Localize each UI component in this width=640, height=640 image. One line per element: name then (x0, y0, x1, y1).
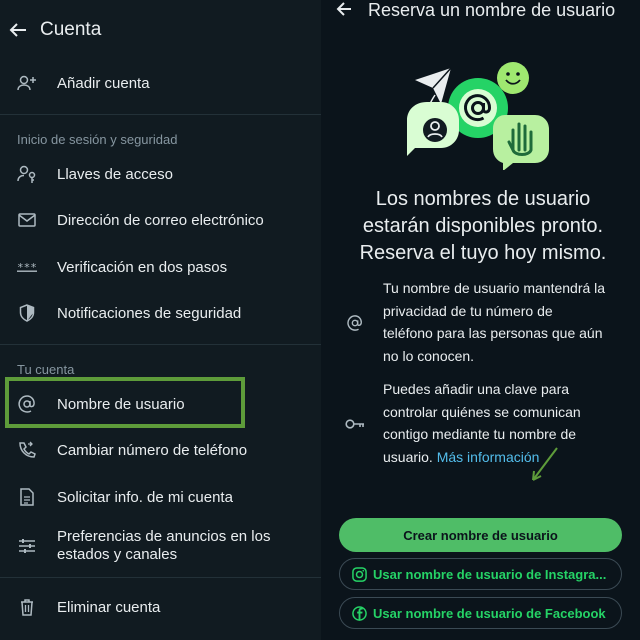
info2-line: contigo mediante tu nombre de (383, 426, 577, 442)
add-person-icon (17, 73, 37, 93)
page-title: Reserva un nombre de usuario (368, 0, 616, 20)
email-item[interactable]: Dirección de correo electrónico (0, 198, 321, 242)
username-illustration (407, 62, 549, 170)
pin-info-text: Puedes añadir una clave para controlar q… (383, 378, 639, 468)
sliders-icon (17, 536, 37, 556)
trash-icon (17, 597, 37, 617)
ads-preferences-item[interactable]: Preferencias de anuncios en los estados … (0, 524, 321, 568)
add-account-item[interactable]: Añadir cuenta (0, 61, 321, 105)
ads-preferences-line2: estados y canales (57, 546, 178, 563)
change-number-label: Cambiar número de teléfono (57, 441, 248, 459)
change-number-item[interactable]: Cambiar número de teléfono (0, 428, 321, 472)
request-info-item[interactable]: Solicitar info. de mi cuenta (0, 475, 321, 519)
facebook-icon (351, 605, 367, 621)
add-account-label: Añadir cuenta (57, 74, 150, 92)
shield-icon (17, 303, 37, 323)
divider (0, 114, 321, 115)
info1-line: no lo conocen. (383, 347, 475, 364)
page-title: Cuenta (40, 19, 102, 40)
envelope-icon (17, 210, 37, 230)
facebook-button-label: Usar nombre de usuario de Facebook (373, 605, 606, 621)
info2-last-word: usuario. (383, 448, 433, 465)
two-step-label: Verificación en dos pasos (57, 258, 228, 276)
section-header-account: Tu cuenta (17, 362, 75, 377)
back-arrow-icon[interactable] (8, 18, 28, 42)
reserve-username-panel: Reserva un nombre de usuario Los nombres… (327, 0, 640, 640)
phone-transfer-icon (17, 440, 37, 460)
security-notifications-item[interactable]: Notificaciones de seguridad (0, 291, 321, 335)
passkeys-item[interactable]: Llaves de acceso (0, 152, 321, 196)
create-username-button[interactable]: Crear nombre de usuario (339, 518, 622, 552)
section-header-login: Inicio de sesión y seguridad (17, 132, 178, 147)
more-info-link[interactable]: Más información (437, 449, 540, 465)
info2-line: controlar quiénes se comunican (383, 403, 581, 420)
heading-line2: estarán disponibles pronto. (362, 215, 604, 237)
at-sign-icon (345, 313, 365, 333)
delete-account-label: Eliminar cuenta (57, 598, 161, 616)
key-icon (345, 414, 365, 434)
instagram-icon (351, 566, 367, 582)
privacy-info-text: Tu nombre de usuario mantendrá la privac… (383, 277, 639, 367)
highlight-box (5, 377, 245, 428)
reserve-heading: Los nombres de usuario estarán disponibl… (343, 186, 623, 267)
annotation-arrow (532, 447, 558, 481)
instagram-button-label: Usar nombre de usuario de Instagra... (373, 566, 607, 582)
delete-account-item[interactable]: Eliminar cuenta (0, 585, 321, 629)
info1-line: Tu nombre de usuario mantendrá la (383, 280, 606, 296)
two-step-item[interactable]: *** Verificación en dos pasos (0, 245, 321, 289)
heading-line3: Reserva el tuyo hoy mismo. (359, 242, 607, 264)
instagram-username-button[interactable]: Usar nombre de usuario de Instagra... (339, 558, 622, 590)
security-notifications-label: Notificaciones de seguridad (57, 304, 242, 322)
divider (0, 344, 321, 345)
info1-line: teléfono para las personas que aún (383, 325, 603, 341)
info2-last-line: usuario. Más información (383, 446, 639, 469)
email-label: Dirección de correo electrónico (57, 211, 264, 229)
info1-line: privacidad de tu número de (383, 302, 553, 319)
info2-line: Puedes añadir una clave para (383, 381, 570, 397)
person-key-icon (17, 164, 37, 184)
pin-dots-icon: *** (17, 257, 37, 277)
ads-preferences-line1: Preferencias de anuncios en los (57, 528, 271, 545)
facebook-username-button[interactable]: Usar nombre de usuario de Facebook (339, 597, 622, 629)
passkeys-label: Llaves de acceso (57, 165, 173, 183)
heading-line1: Los nombres de usuario (375, 188, 591, 210)
ads-preferences-label: Preferencias de anuncios en los estados … (57, 528, 270, 564)
divider (0, 577, 321, 578)
document-icon (17, 487, 37, 507)
request-info-label: Solicitar info. de mi cuenta (57, 488, 233, 506)
account-settings-panel: Cuenta Añadir cuenta Inicio de sesión y … (0, 0, 321, 640)
back-arrow-icon[interactable] (334, 0, 354, 18)
